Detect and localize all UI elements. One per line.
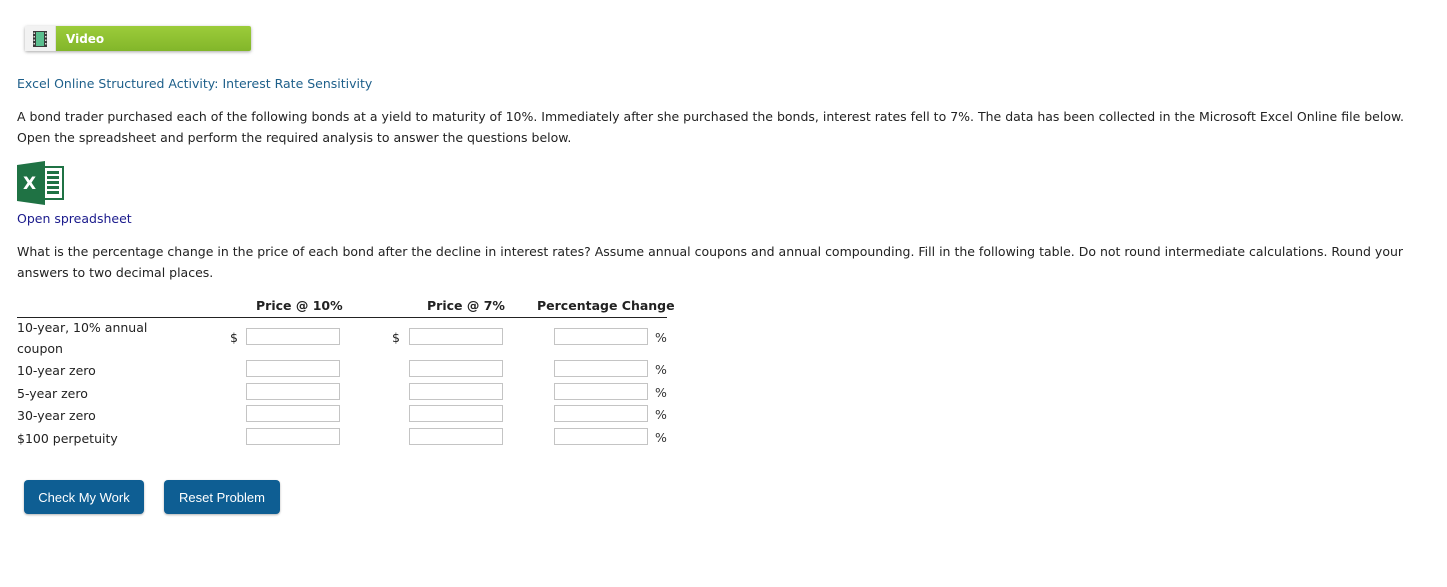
pct-change-input-row5[interactable] xyxy=(554,428,648,445)
price-10-input-row3[interactable] xyxy=(246,383,340,400)
row-label-10yr-coupon: 10-year, 10% annual coupon xyxy=(17,317,147,359)
open-spreadsheet-link[interactable]: Open spreadsheet xyxy=(17,211,132,226)
pct-change-input-row4[interactable] xyxy=(554,405,648,422)
price-7-input-row5[interactable] xyxy=(409,428,503,445)
excel-icon[interactable]: X xyxy=(17,161,65,205)
price-7-input-row2[interactable] xyxy=(409,360,503,377)
pct-change-input-row1[interactable] xyxy=(554,328,648,345)
price-10-input-row1[interactable] xyxy=(246,328,340,345)
price-7-input-row1[interactable] xyxy=(409,328,503,345)
reset-problem-button[interactable]: Reset Problem xyxy=(164,480,280,514)
row-label-10yr-zero: 10-year zero xyxy=(17,363,96,378)
row-label-line2: coupon xyxy=(17,341,63,356)
activity-title: Excel Online Structured Activity: Intere… xyxy=(17,76,373,91)
currency-symbol: $ xyxy=(230,330,238,345)
film-icon xyxy=(25,26,56,51)
percent-symbol: % xyxy=(655,362,667,377)
column-header-price-10: Price @ 10% xyxy=(256,298,343,313)
percent-symbol: % xyxy=(655,330,667,345)
row-label-5yr-zero: 5-year zero xyxy=(17,386,88,401)
price-7-input-row3[interactable] xyxy=(409,383,503,400)
row-label-30yr-zero: 30-year zero xyxy=(17,408,96,423)
percent-symbol: % xyxy=(655,407,667,422)
pct-change-input-row3[interactable] xyxy=(554,383,648,400)
pct-change-input-row2[interactable] xyxy=(554,360,648,377)
svg-text:X: X xyxy=(23,174,36,194)
video-button-label: Video xyxy=(56,26,251,51)
intro-paragraph: A bond trader purchased each of the foll… xyxy=(17,109,1405,145)
question-paragraph: What is the percentage change in the pri… xyxy=(17,244,1404,280)
price-7-input-row4[interactable] xyxy=(409,405,503,422)
column-header-price-7: Price @ 7% xyxy=(427,298,505,313)
price-10-input-row4[interactable] xyxy=(246,405,340,422)
percent-symbol: % xyxy=(655,385,667,400)
column-header-percentage-change: Percentage Change xyxy=(537,298,675,313)
price-10-input-row2[interactable] xyxy=(246,360,340,377)
row-label-line1: 10-year, 10% annual xyxy=(17,320,148,335)
row-label-perpetuity: $100 perpetuity xyxy=(17,431,118,446)
price-10-input-row5[interactable] xyxy=(246,428,340,445)
check-my-work-button[interactable]: Check My Work xyxy=(24,480,144,514)
currency-symbol: $ xyxy=(392,330,400,345)
video-button[interactable]: Video xyxy=(25,26,251,51)
percent-symbol: % xyxy=(655,430,667,445)
